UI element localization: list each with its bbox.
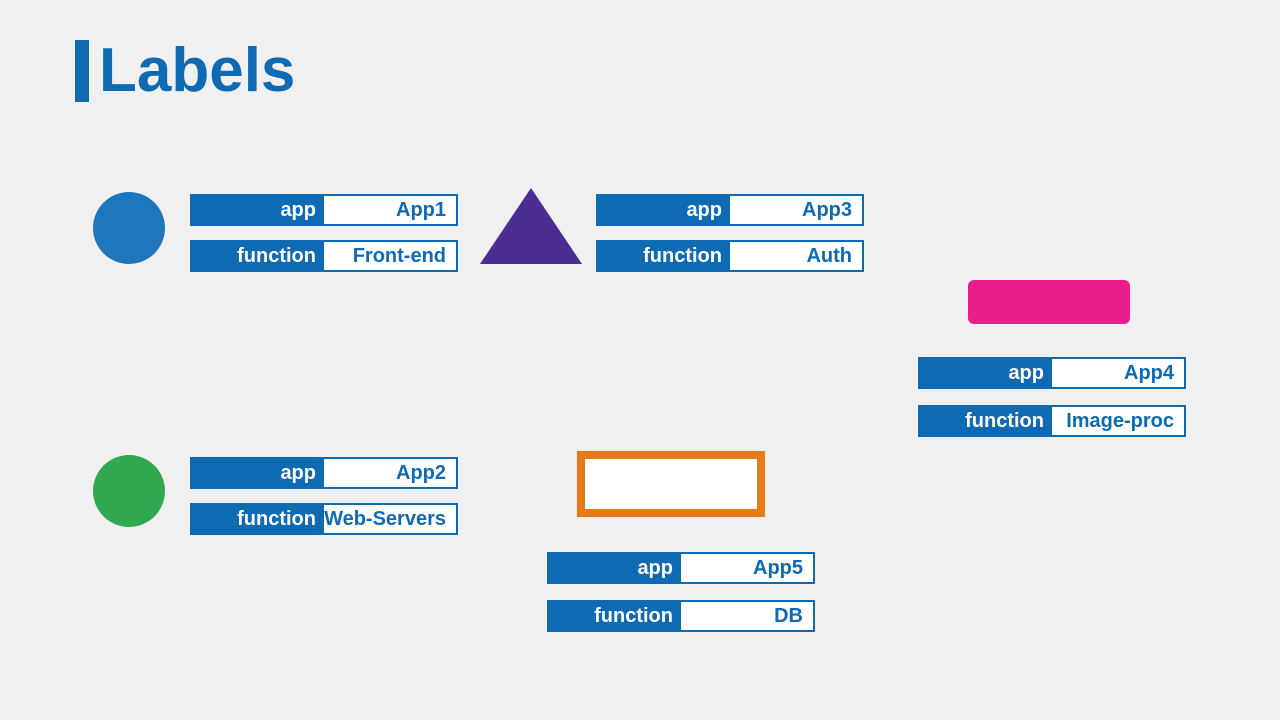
label-key-app: app bbox=[598, 196, 730, 224]
node-circle-blue bbox=[93, 192, 165, 264]
labels-app2: app App2 function Web-Servers bbox=[190, 457, 458, 535]
label-val-app: App1 bbox=[324, 196, 456, 224]
label-val-app: App5 bbox=[681, 554, 813, 582]
label-key-app: app bbox=[192, 196, 324, 224]
labels-app3: app App3 function Auth bbox=[596, 194, 864, 272]
label-key-function: function bbox=[192, 242, 324, 270]
label-val-function: DB bbox=[681, 602, 813, 630]
label-key-app: app bbox=[920, 359, 1052, 387]
label-key-function: function bbox=[920, 407, 1052, 435]
labels-app1: app App1 function Front-end bbox=[190, 194, 458, 272]
label-val-function: Auth bbox=[730, 242, 862, 270]
labels-app4: app App4 function Image-proc bbox=[918, 357, 1186, 437]
label-row: function Front-end bbox=[190, 240, 458, 272]
label-key-function: function bbox=[598, 242, 730, 270]
label-row: function DB bbox=[547, 600, 815, 632]
node-circle-green bbox=[93, 455, 165, 527]
title-accent-bar bbox=[75, 40, 89, 102]
title-text: Labels bbox=[99, 40, 295, 102]
label-val-function: Front-end bbox=[324, 242, 456, 270]
node-triangle-purple bbox=[480, 188, 582, 264]
node-rect-pink bbox=[968, 280, 1130, 324]
label-row: function Auth bbox=[596, 240, 864, 272]
label-row: app App4 bbox=[918, 357, 1186, 389]
label-row: function Web-Servers bbox=[190, 503, 458, 535]
label-val-app: App4 bbox=[1052, 359, 1184, 387]
label-val-app: App3 bbox=[730, 196, 862, 224]
label-key-function: function bbox=[549, 602, 681, 630]
label-val-function: Web-Servers bbox=[324, 505, 456, 533]
label-val-app: App2 bbox=[324, 459, 456, 487]
slide-title: Labels bbox=[75, 40, 295, 102]
label-row: app App3 bbox=[596, 194, 864, 226]
label-row: app App2 bbox=[190, 457, 458, 489]
label-key-function: function bbox=[192, 505, 324, 533]
label-val-function: Image-proc bbox=[1052, 407, 1184, 435]
node-rect-orange bbox=[577, 451, 765, 517]
labels-app5: app App5 function DB bbox=[547, 552, 815, 632]
label-row: app App5 bbox=[547, 552, 815, 584]
label-row: app App1 bbox=[190, 194, 458, 226]
label-key-app: app bbox=[549, 554, 681, 582]
label-row: function Image-proc bbox=[918, 405, 1186, 437]
label-key-app: app bbox=[192, 459, 324, 487]
